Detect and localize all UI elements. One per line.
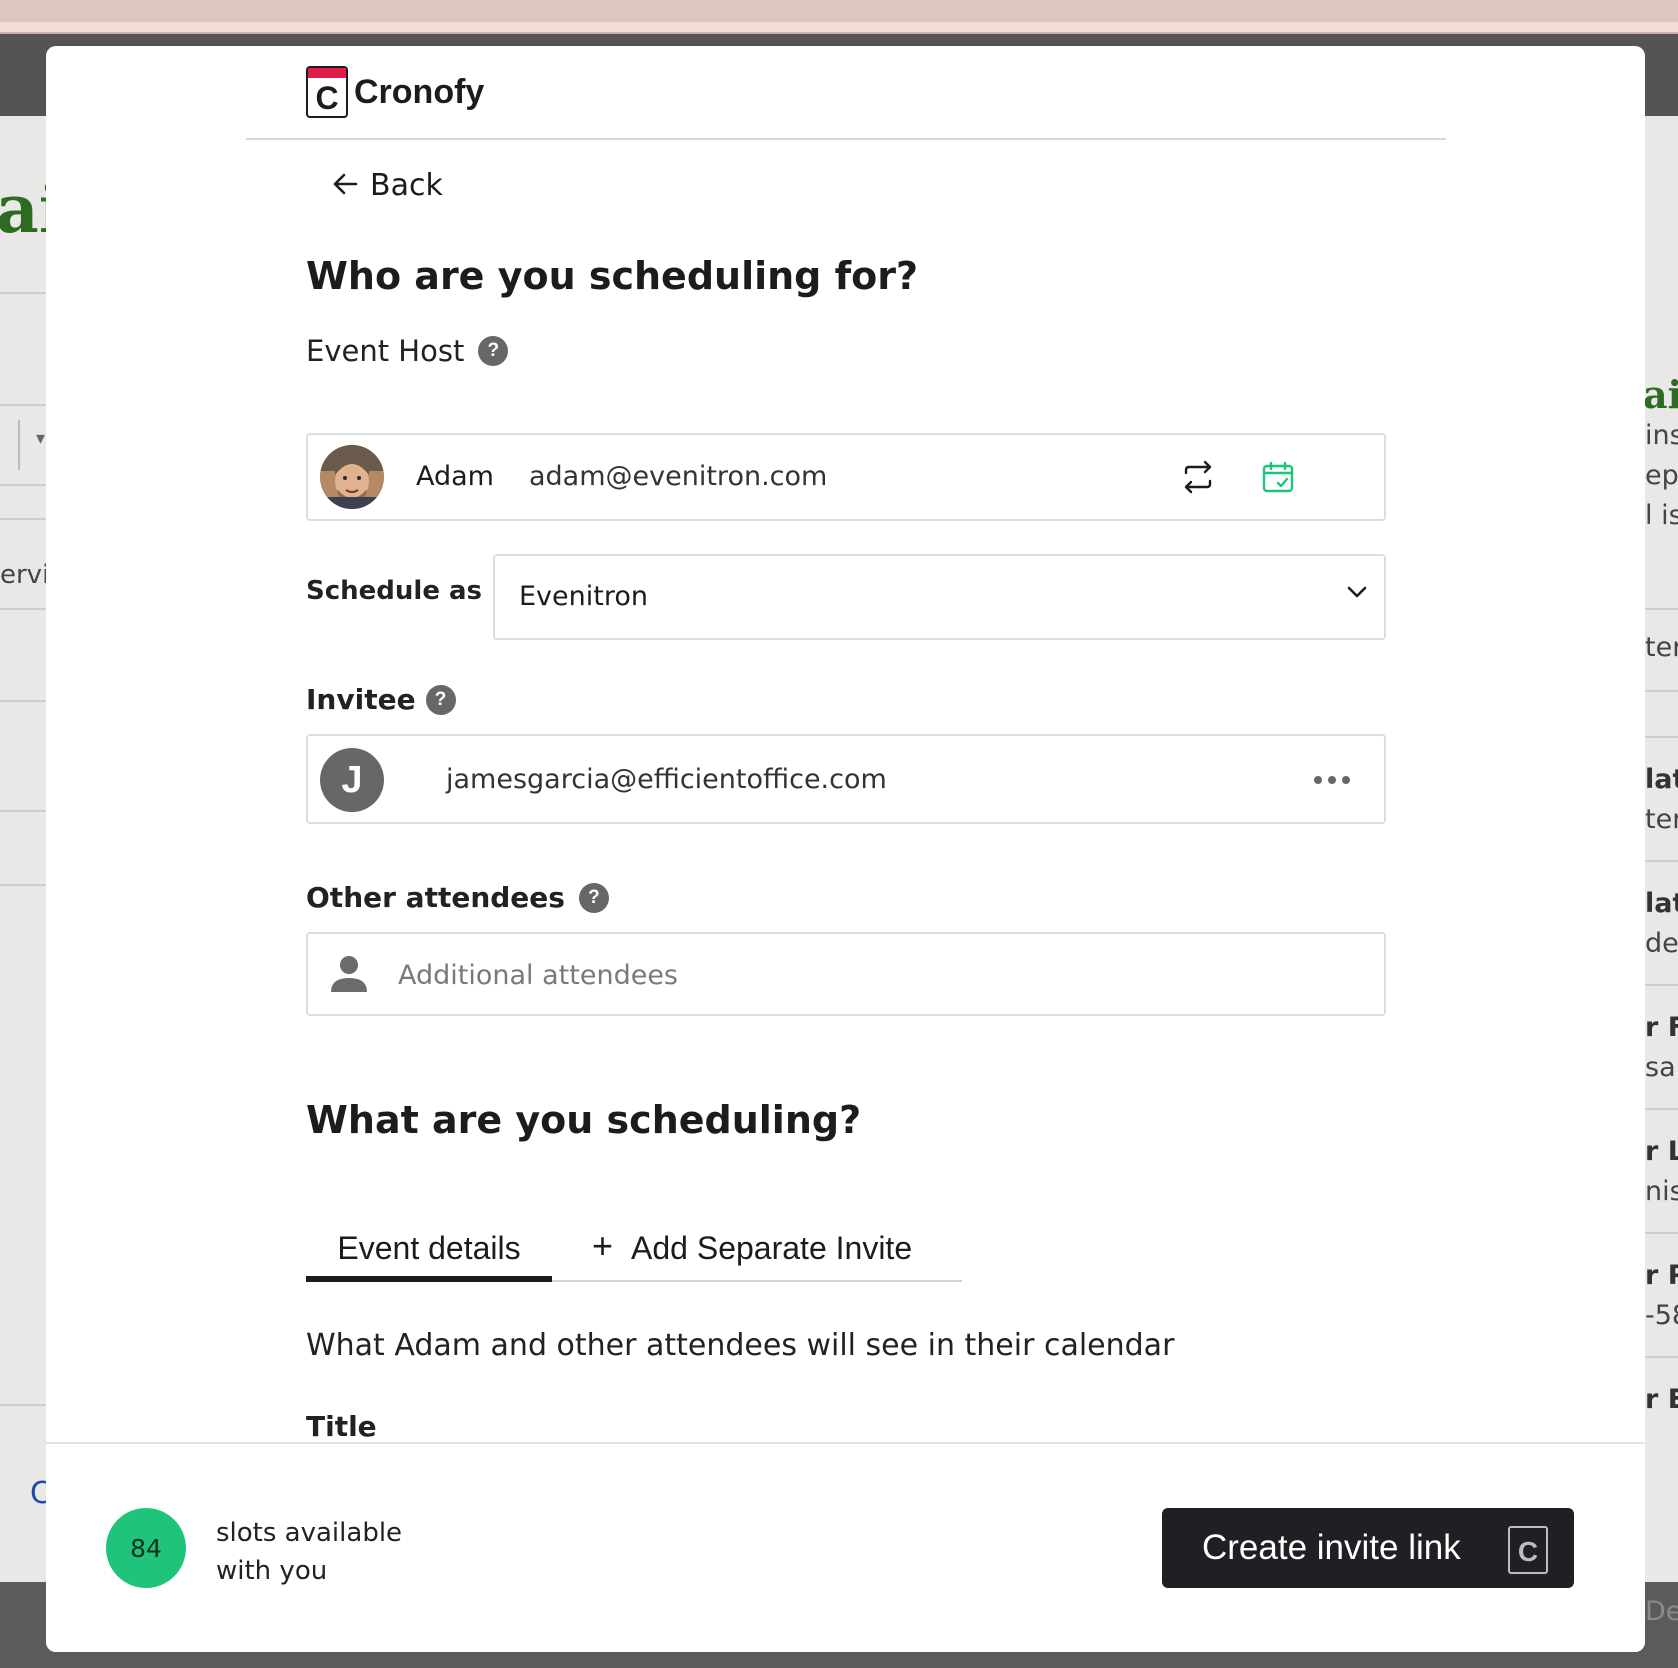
tab-event-details[interactable]: Event details bbox=[306, 1222, 552, 1282]
host-avatar bbox=[320, 445, 384, 509]
what-heading: What are you scheduling? bbox=[306, 1098, 862, 1142]
background-divider bbox=[0, 608, 46, 610]
background-divider bbox=[0, 700, 46, 702]
background-right-text: ins bbox=[1645, 420, 1678, 451]
background-divider bbox=[0, 1404, 46, 1406]
slots-line-2: with you bbox=[216, 1556, 328, 1586]
schedule-as-value: Evenitron bbox=[519, 581, 648, 612]
create-invite-link-label: Create invite link bbox=[1202, 1528, 1461, 1567]
background-divider bbox=[0, 810, 46, 812]
background-right-text: Des bbox=[1645, 1596, 1678, 1627]
title-label: Title bbox=[306, 1410, 377, 1442]
other-attendees-label: Other attendees ? bbox=[306, 881, 609, 914]
person-icon bbox=[328, 952, 370, 998]
schedule-as-label: Schedule as bbox=[306, 576, 483, 606]
background-divider bbox=[1645, 860, 1678, 862]
back-button[interactable]: Back bbox=[332, 168, 443, 203]
background-right-text: r E bbox=[1645, 1384, 1678, 1415]
event-tabs: Event details + Add Separate Invite bbox=[306, 1222, 962, 1282]
background-right-text: niso bbox=[1645, 1176, 1678, 1207]
brand-name: Cronofy bbox=[354, 72, 485, 111]
invitee-email: jamesgarcia@efficientoffice.com bbox=[446, 764, 887, 795]
browser-edge bbox=[0, 22, 1678, 34]
tab-add-separate-invite[interactable]: + Add Separate Invite bbox=[592, 1222, 912, 1282]
cronofy-logo-icon: C bbox=[306, 66, 348, 118]
background-divider bbox=[0, 292, 46, 294]
event-host-label: Event Host ? bbox=[306, 334, 509, 368]
background-field-divider bbox=[18, 420, 20, 470]
background-divider bbox=[1645, 1232, 1678, 1234]
question-circle-icon[interactable]: ? bbox=[425, 684, 456, 715]
additional-attendees-input[interactable]: Additional attendees bbox=[306, 932, 1386, 1016]
slots-line-1: slots available bbox=[216, 1518, 403, 1548]
question-circle-icon[interactable]: ? bbox=[578, 882, 609, 913]
background-divider bbox=[0, 884, 46, 886]
background-right-text: r P bbox=[1645, 1260, 1678, 1291]
background-right-text: de bbox=[1645, 928, 1678, 959]
modal-footer: 84 slots available with you Create invit… bbox=[46, 1442, 1645, 1652]
create-invite-link-button[interactable]: Create invite link C bbox=[1162, 1508, 1574, 1588]
event-host-field: Adam adam@evenitron.com bbox=[306, 433, 1386, 521]
invitee-label-text: Invitee bbox=[306, 683, 416, 716]
other-attendees-label-text: Other attendees bbox=[306, 881, 565, 914]
modal-scroll-area[interactable]: C Cronofy Back Who are you scheduling fo… bbox=[46, 46, 1645, 1442]
additional-attendees-placeholder: Additional attendees bbox=[398, 960, 678, 991]
background-right-text: lat bbox=[1645, 764, 1678, 795]
slots-description: slots available with you bbox=[216, 1514, 402, 1590]
browser-address-strip bbox=[0, 0, 1678, 22]
question-circle-icon[interactable]: ? bbox=[478, 336, 509, 366]
background-divider bbox=[1645, 1356, 1678, 1358]
header-divider bbox=[246, 138, 1446, 140]
background-divider bbox=[1645, 608, 1678, 610]
schedule-as-select[interactable]: Evenitron bbox=[493, 554, 1386, 640]
invitee-label: Invitee ? bbox=[306, 683, 456, 716]
tab-add-separate-invite-label: Add Separate Invite bbox=[631, 1230, 913, 1266]
scheduling-modal: C Cronofy Back Who are you scheduling fo… bbox=[46, 46, 1645, 1652]
background-caret-icon: ▾ bbox=[36, 428, 46, 449]
invitee-field: J jamesgarcia@efficientoffice.com bbox=[306, 734, 1386, 824]
background-divider bbox=[1645, 736, 1678, 738]
event-host-label-text: Event Host bbox=[306, 334, 465, 368]
brand: C Cronofy bbox=[306, 66, 484, 118]
background-right-text: ter bbox=[1645, 632, 1678, 663]
background-right-text: -58 bbox=[1645, 1300, 1678, 1331]
background-right-text: r Fi bbox=[1645, 1012, 1678, 1043]
plus-icon: + bbox=[592, 1225, 614, 1266]
background-divider bbox=[0, 404, 46, 406]
background-right-text: ter bbox=[1645, 804, 1678, 835]
swap-arrows-icon[interactable] bbox=[1178, 457, 1218, 497]
background-divider bbox=[1645, 984, 1678, 986]
chevron-down-icon bbox=[1346, 584, 1368, 603]
background-right-text: l is bbox=[1645, 500, 1678, 531]
background-right-text: epla bbox=[1645, 460, 1678, 491]
event-details-description: What Adam and other attendees will see i… bbox=[306, 1328, 1175, 1363]
background-divider bbox=[0, 484, 46, 486]
background-right-title: ai bbox=[1643, 372, 1678, 417]
slots-count-badge: 84 bbox=[106, 1508, 186, 1588]
arrow-left-icon bbox=[332, 172, 358, 200]
invitee-avatar: J bbox=[320, 748, 384, 812]
background-divider bbox=[0, 518, 46, 520]
host-name: Adam bbox=[416, 461, 494, 492]
host-email: adam@evenitron.com bbox=[529, 461, 828, 492]
background-divider bbox=[1645, 690, 1678, 692]
more-horizontal-icon[interactable] bbox=[1310, 760, 1354, 800]
background-divider bbox=[1645, 1108, 1678, 1110]
cronofy-logo-icon: C bbox=[1508, 1526, 1548, 1574]
back-label: Back bbox=[370, 168, 443, 203]
background-right-text: lat bbox=[1645, 888, 1678, 919]
who-heading: Who are you scheduling for? bbox=[306, 254, 919, 298]
background-right-text: sa bbox=[1645, 1052, 1676, 1083]
background-right-text: r La bbox=[1645, 1136, 1678, 1167]
calendar-check-icon[interactable] bbox=[1258, 457, 1298, 497]
